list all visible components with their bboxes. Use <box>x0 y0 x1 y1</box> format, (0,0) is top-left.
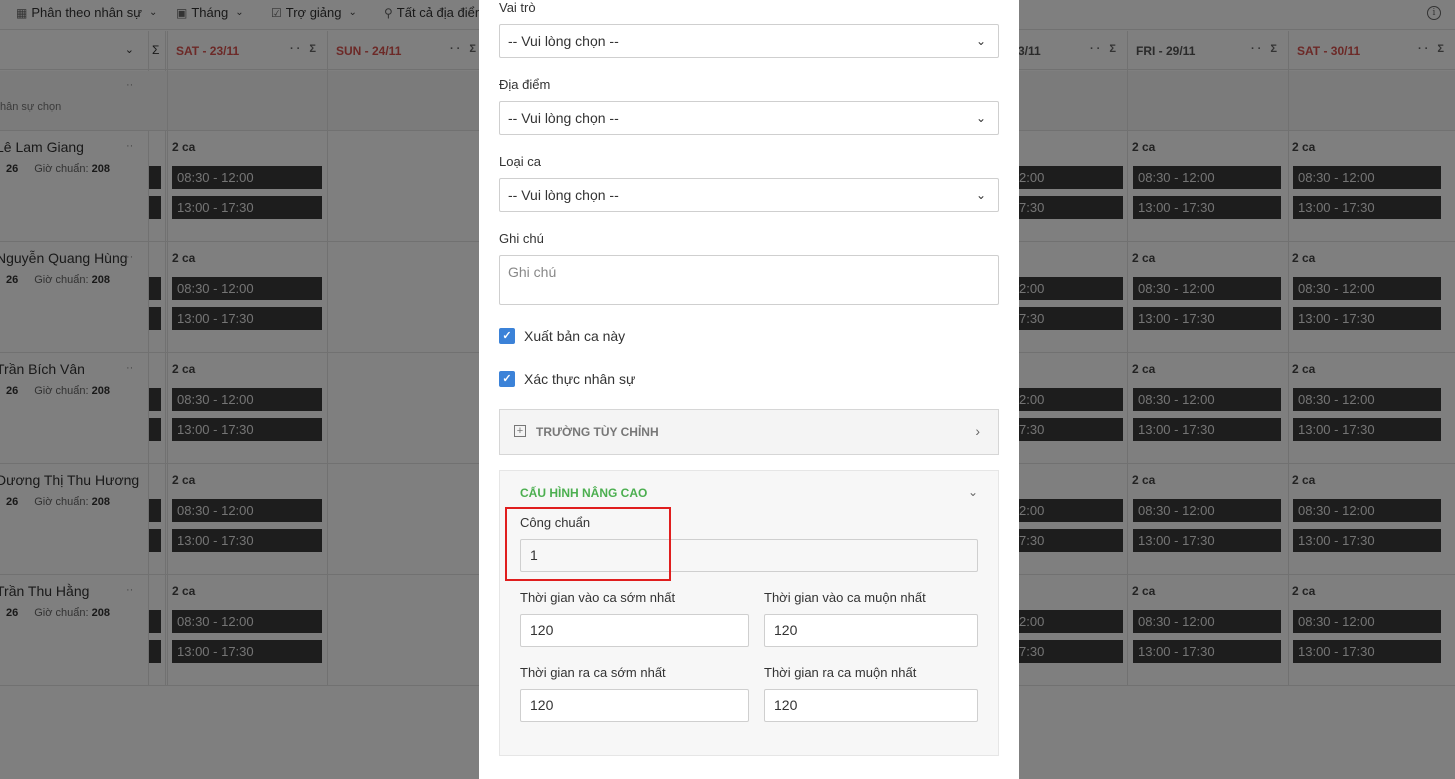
verify-checkbox-row[interactable]: ✓ Xác thực nhân sự <box>499 371 635 387</box>
verify-label: Xác thực nhân sự <box>524 371 636 387</box>
latest-in-label: Thời gian vào ca muộn nhất <box>764 590 926 605</box>
location-select[interactable]: -- Vui lòng chọn -- ⌄ <box>499 101 999 135</box>
role-select[interactable]: -- Vui lòng chọn -- ⌄ <box>499 24 999 58</box>
role-label: Vai trò <box>499 0 536 15</box>
chevron-down-icon: ⌄ <box>975 188 986 202</box>
chevron-down-icon: ⌄ <box>975 34 986 48</box>
latest-out-label: Thời gian ra ca muộn nhất <box>764 665 917 680</box>
location-label: Địa điểm <box>499 77 551 92</box>
chevron-down-icon: ⌄ <box>975 111 986 125</box>
earliest-in-input[interactable]: 120 <box>520 614 749 647</box>
earliest-out-label: Thời gian ra ca sớm nhất <box>520 665 666 680</box>
publish-checkbox-row[interactable]: ✓ Xuất bản ca này <box>499 328 625 344</box>
note-textarea[interactable]: Ghi chú <box>499 255 999 305</box>
shift-type-select[interactable]: -- Vui lòng chọn -- ⌄ <box>499 178 999 212</box>
chevron-right-icon: › <box>975 423 980 439</box>
highlight-box <box>505 507 671 581</box>
earliest-in-label: Thời gian vào ca sớm nhất <box>520 590 676 605</box>
note-label: Ghi chú <box>499 231 544 246</box>
chevron-down-icon[interactable]: ⌄ <box>968 485 978 499</box>
plus-square-icon: + <box>514 425 526 437</box>
publish-label: Xuất bản ca này <box>524 328 626 344</box>
verify-checkbox[interactable]: ✓ <box>499 371 515 387</box>
publish-checkbox[interactable]: ✓ <box>499 328 515 344</box>
custom-fields-section[interactable]: + TRƯỜNG TÙY CHỈNH › <box>499 409 999 455</box>
earliest-out-input[interactable]: 120 <box>520 689 749 722</box>
custom-fields-title: TRƯỜNG TÙY CHỈNH <box>536 425 659 439</box>
latest-in-input[interactable]: 120 <box>764 614 978 647</box>
shift-type-label: Loại ca <box>499 154 541 169</box>
advanced-config-title[interactable]: CẤU HÌNH NÂNG CAO <box>520 486 647 500</box>
shift-modal: Vai trò -- Vui lòng chọn -- ⌄ Địa điểm -… <box>479 0 1019 779</box>
latest-out-input[interactable]: 120 <box>764 689 978 722</box>
